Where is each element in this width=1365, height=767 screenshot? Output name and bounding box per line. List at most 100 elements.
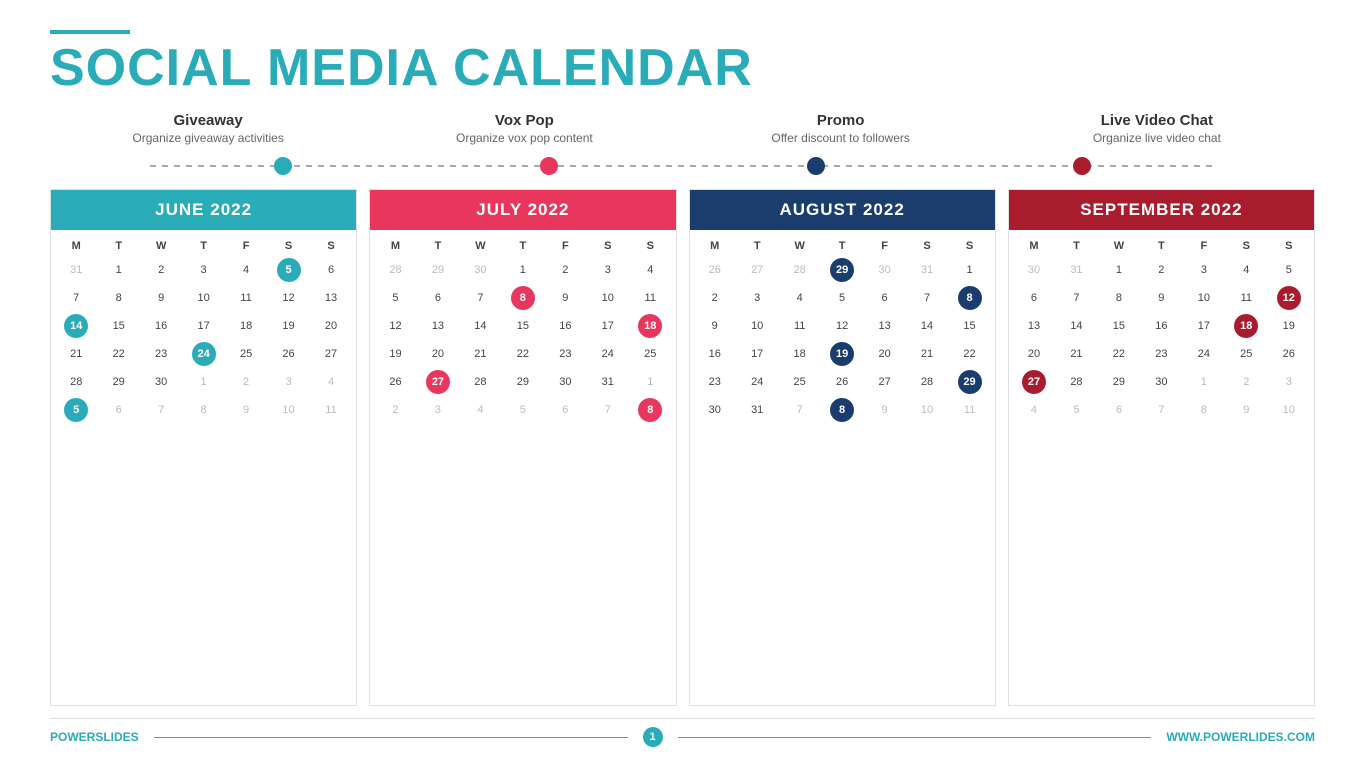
calendar-day: 5 <box>390 284 400 312</box>
table-row: 28 <box>374 256 416 284</box>
calendar-day: 6 <box>1029 284 1039 312</box>
calendar-day: 10 <box>280 396 296 424</box>
calendar-day: 27 <box>1022 370 1046 394</box>
calendar-day: 11 <box>323 396 338 424</box>
table-row: 18 <box>1225 312 1267 340</box>
header: SOCIAL MEDIA CALENDAR <box>50 30 1315 94</box>
table-row: 27 <box>863 368 905 396</box>
calendar-day: 13 <box>876 312 892 340</box>
calendars-container: JUNE 2022MTWTFSS311234567891011121314151… <box>50 189 1315 706</box>
calendar-day: 16 <box>707 340 723 368</box>
table-row: 10 <box>267 396 309 424</box>
table-row: 8 <box>629 396 671 424</box>
calendar-day: 11 <box>792 312 807 340</box>
calendar-day: 1 <box>645 368 655 396</box>
table-row: 1 <box>1183 368 1225 396</box>
calendar-september-2022: SEPTEMBER 2022MTWTFSS3031123456789101112… <box>1008 189 1315 706</box>
table-row: 9 <box>140 284 182 312</box>
table-row: 15 <box>1098 312 1140 340</box>
calendar-day: 10 <box>1196 284 1212 312</box>
table-row: 16 <box>140 312 182 340</box>
calendar-day: 6 <box>880 284 890 312</box>
table-row: 26 <box>694 256 736 284</box>
calendar-day: 29 <box>515 368 531 396</box>
calendar-day: 8 <box>511 286 535 310</box>
calendar-day: 21 <box>1068 340 1084 368</box>
calendar-day: 7 <box>71 284 81 312</box>
calendar-day: 26 <box>387 368 403 396</box>
footer: POWERSLIDES 1 WWW.POWERLIDES.COM <box>50 718 1315 747</box>
table-row: 22 <box>97 340 139 368</box>
calendar-day: 20 <box>430 340 446 368</box>
calendar-day: 7 <box>795 396 805 424</box>
day-header: S <box>587 236 629 256</box>
day-header: F <box>1183 236 1225 256</box>
table-row: 1 <box>948 256 990 284</box>
table-row: 5 <box>267 256 309 284</box>
table-row: 11 <box>778 312 820 340</box>
table-row: 14 <box>906 312 948 340</box>
calendar-day: 30 <box>153 368 169 396</box>
table-row: 30 <box>1013 256 1055 284</box>
category-title-vox-pop: Vox Pop <box>366 112 682 129</box>
table-row: 19 <box>374 340 416 368</box>
calendar-day: 9 <box>710 312 720 340</box>
calendar-day: 3 <box>1284 368 1294 396</box>
table-row: 12 <box>374 312 416 340</box>
table-row: 27 <box>417 368 459 396</box>
calendar-day: 3 <box>603 256 613 284</box>
table-row: 6 <box>863 284 905 312</box>
calendar-day: 2 <box>1156 256 1166 284</box>
calendar-day: 22 <box>111 340 127 368</box>
calendar-day: 6 <box>1114 396 1124 424</box>
table-row: 3 <box>417 396 459 424</box>
table-row: 2 <box>140 256 182 284</box>
calendar-day: 28 <box>68 368 84 396</box>
calendar-day: 11 <box>238 284 253 312</box>
day-header: M <box>1013 236 1055 256</box>
table-row: 26 <box>821 368 863 396</box>
calendar-day: 2 <box>390 396 400 424</box>
calendar-day: 16 <box>1153 312 1169 340</box>
day-header: T <box>502 236 544 256</box>
table-row: 5 <box>502 396 544 424</box>
calendar-day: 29 <box>958 370 982 394</box>
calendar-day: 6 <box>326 256 336 284</box>
table-row: 5 <box>1268 256 1310 284</box>
table-row: 24 <box>182 340 224 368</box>
calendar-day: 1 <box>199 368 209 396</box>
day-header: S <box>1268 236 1310 256</box>
category-sub-promo: Offer discount to followers <box>683 131 999 145</box>
calendar-day: 2 <box>241 368 251 396</box>
footer-line-left <box>154 737 628 738</box>
calendar-day: 12 <box>1277 286 1301 310</box>
page-title: SOCIAL MEDIA CALENDAR <box>50 42 1315 94</box>
calendar-day: 8 <box>830 398 854 422</box>
table-row: 22 <box>502 340 544 368</box>
calendar-day: 24 <box>1196 340 1212 368</box>
calendar-june-2022: JUNE 2022MTWTFSS311234567891011121314151… <box>50 189 357 706</box>
calendar-day: 16 <box>153 312 169 340</box>
table-row: 22 <box>1098 340 1140 368</box>
calendar-day: 17 <box>1196 312 1212 340</box>
calendar-day: 12 <box>280 284 296 312</box>
timeline-dot-4 <box>1073 157 1091 175</box>
table-row: 20 <box>310 312 352 340</box>
table-row: 8 <box>1098 284 1140 312</box>
table-row: 13 <box>1013 312 1055 340</box>
table-row: 17 <box>1183 312 1225 340</box>
table-row: 6 <box>417 284 459 312</box>
table-row: 18 <box>629 312 671 340</box>
table-row: 12 <box>267 284 309 312</box>
table-row: 24 <box>587 340 629 368</box>
calendar-day: 26 <box>1281 340 1297 368</box>
calendar-day: 15 <box>111 312 127 340</box>
calendar-day: 25 <box>1238 340 1254 368</box>
timeline-dot-1 <box>274 157 292 175</box>
category-live-video: Live Video Chat Organize live video chat <box>999 112 1315 145</box>
calendar-day: 25 <box>792 368 808 396</box>
calendar-day: 18 <box>238 312 254 340</box>
table-row: 30 <box>140 368 182 396</box>
title-part2: CALENDAR <box>453 39 753 97</box>
table-row: 30 <box>459 256 501 284</box>
